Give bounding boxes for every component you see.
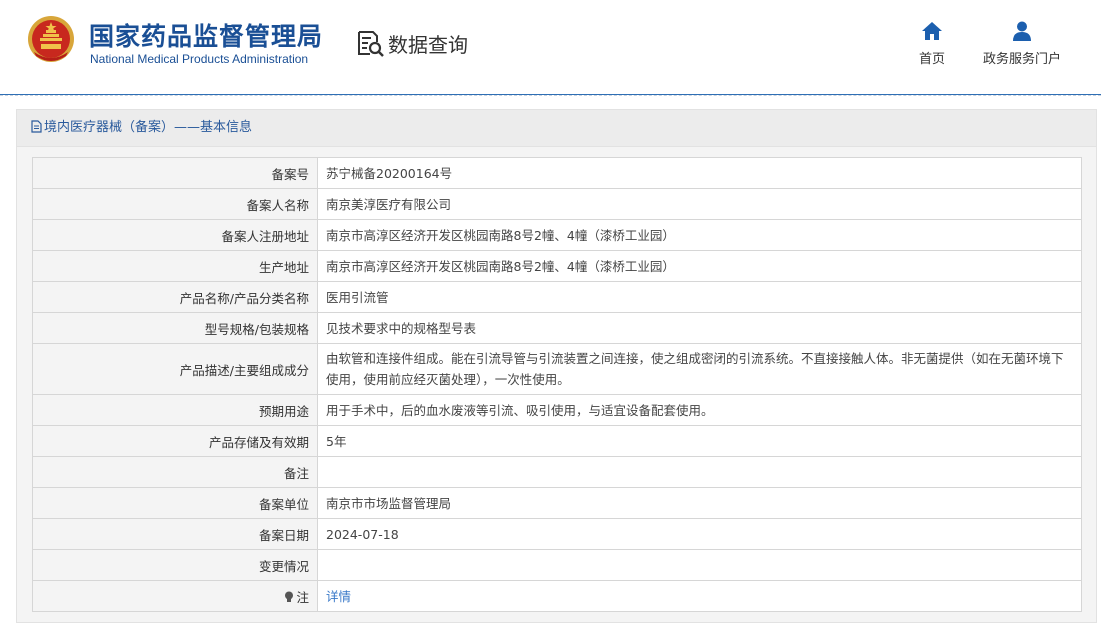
note-label-text: 注 <box>296 589 309 605</box>
panel-title-text: 境内医疗器械（备案）——基本信息 <box>44 120 253 135</box>
document-icon <box>31 120 42 133</box>
row-label: 备注 <box>32 456 318 488</box>
nav-service-portal[interactable]: 政务服务门户 <box>980 20 1064 67</box>
table-row: 产品描述/主要组成成分 由软管和连接件组成。能在引流导管与引流装置之间连接，使之… <box>32 343 1082 395</box>
table-row: 备案号 苏宁械备20200164号 <box>32 157 1082 189</box>
table-row: 型号规格/包装规格 见技术要求中的规格型号表 <box>32 312 1082 344</box>
row-label: 备案号 <box>32 157 318 189</box>
row-label: 生产地址 <box>32 250 318 282</box>
nav-home-label: 首页 <box>918 52 945 67</box>
row-label: 备案人注册地址 <box>32 219 318 251</box>
row-value: 医用引流管 <box>317 281 1082 313</box>
row-value: 2024-07-18 <box>317 518 1082 550</box>
home-icon <box>922 22 942 40</box>
row-value: 苏宁械备20200164号 <box>317 157 1082 189</box>
nav-portal-label: 政务服务门户 <box>982 52 1061 67</box>
row-value <box>317 456 1082 488</box>
row-value: 南京市市场监督管理局 <box>317 487 1082 519</box>
table-row: 备注 <box>32 456 1082 488</box>
site-header: 国家药品监督管理局 National Medical Products Admi… <box>0 0 1101 95</box>
panel-title: 境内医疗器械（备案）——基本信息 <box>17 110 1096 147</box>
brand-title[interactable]: 国家药品监督管理局 <box>89 17 323 53</box>
brand-subtitle[interactable]: National Medical Products Administration <box>90 52 308 66</box>
table-row: 备案人名称 南京美淳医疗有限公司 <box>32 188 1082 220</box>
row-label: 备案人名称 <box>32 188 318 220</box>
national-emblem-icon[interactable] <box>26 14 76 64</box>
nav-home[interactable]: 首页 <box>914 20 950 67</box>
row-value <box>317 549 1082 581</box>
header-divider <box>0 95 1101 99</box>
row-value: 见技术要求中的规格型号表 <box>317 312 1082 344</box>
table-row: 备案日期 2024-07-18 <box>32 518 1082 550</box>
row-label: 备案日期 <box>32 518 318 550</box>
row-label: 产品名称/产品分类名称 <box>32 281 318 313</box>
table-row: 变更情况 <box>32 549 1082 581</box>
row-value: 由软管和连接件组成。能在引流导管与引流装置之间连接，使之组成密闭的引流系统。不直… <box>317 343 1082 395</box>
device-info-table: 备案号 苏宁械备20200164号 备案人名称 南京美淳医疗有限公司 备案人注册… <box>32 157 1082 612</box>
row-value: 南京市高淳区经济开发区桃园南路8号2幢、4幢（漆桥工业园） <box>317 219 1082 251</box>
table-row: 预期用途 用于手术中，后的血水废液等引流、吸引使用，与适宜设备配套使用。 <box>32 394 1082 426</box>
row-value: 用于手术中，后的血水废液等引流、吸引使用，与适宜设备配套使用。 <box>317 394 1082 426</box>
table-row: 备案单位 南京市市场监督管理局 <box>32 487 1082 519</box>
row-label: 预期用途 <box>32 394 318 426</box>
table-row: 生产地址 南京市高淳区经济开发区桃园南路8号2幢、4幢（漆桥工业园） <box>32 250 1082 282</box>
row-value: 南京市高淳区经济开发区桃园南路8号2幢、4幢（漆桥工业园） <box>317 250 1082 282</box>
document-search-icon <box>358 31 384 57</box>
data-query-label: 数据查询 <box>388 32 468 57</box>
table-row: 备案人注册地址 南京市高淳区经济开发区桃园南路8号2幢、4幢（漆桥工业园） <box>32 219 1082 251</box>
row-value: 5年 <box>317 425 1082 457</box>
row-label: 备案单位 <box>32 487 318 519</box>
lightbulb-icon <box>285 591 294 602</box>
row-value: 南京美淳医疗有限公司 <box>317 188 1082 220</box>
row-label: 变更情况 <box>32 549 318 581</box>
row-label: 型号规格/包装规格 <box>32 312 318 344</box>
details-link[interactable]: 详情 <box>326 589 351 604</box>
row-value: 详情 <box>317 580 1082 612</box>
info-panel: 境内医疗器械（备案）——基本信息 备案号 苏宁械备20200164号 备案人名称… <box>16 109 1097 623</box>
data-query-link[interactable]: 数据查询 <box>356 28 468 58</box>
table-row: 产品名称/产品分类名称 医用引流管 <box>32 281 1082 313</box>
table-row: 产品存储及有效期 5年 <box>32 425 1082 457</box>
note-label: 注 <box>32 580 318 612</box>
table-row: 注 详情 <box>32 580 1082 612</box>
user-icon <box>1013 21 1031 41</box>
row-label: 产品存储及有效期 <box>32 425 318 457</box>
row-label: 产品描述/主要组成成分 <box>32 343 318 395</box>
